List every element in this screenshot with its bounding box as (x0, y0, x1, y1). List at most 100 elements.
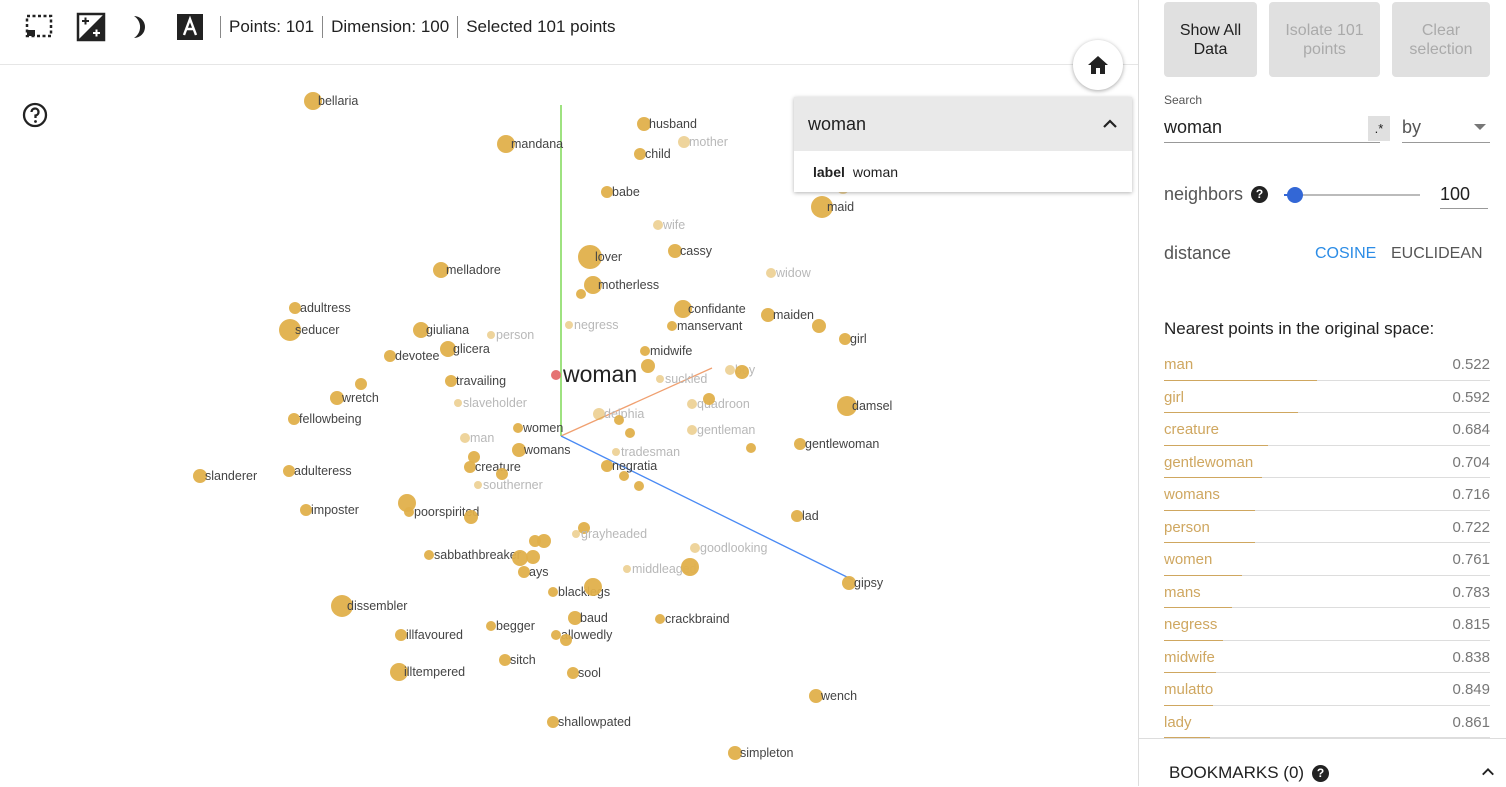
scatter-point[interactable] (460, 433, 470, 443)
search-popup-header[interactable]: woman (794, 97, 1132, 151)
nearest-point-name[interactable]: midwife (1164, 649, 1215, 666)
show-all-data-button[interactable]: Show All Data (1164, 2, 1257, 77)
night-mode-contrast-icon[interactable] (76, 12, 106, 42)
chevron-up-icon[interactable] (1102, 116, 1118, 132)
scatter-point[interactable] (551, 630, 561, 640)
scatter-point[interactable] (634, 481, 644, 491)
scatter-point[interactable] (526, 550, 540, 564)
scatter-point[interactable] (612, 448, 620, 456)
scatter-point[interactable] (667, 321, 677, 331)
search-label: Search (1164, 93, 1203, 107)
regex-toggle-button[interactable]: .* (1368, 116, 1390, 141)
scatter-point[interactable] (812, 319, 826, 333)
neighbors-help-icon[interactable]: ? (1251, 186, 1269, 203)
scatter-point[interactable] (560, 634, 572, 646)
scatter-point[interactable] (464, 510, 478, 524)
scatter-point[interactable] (687, 425, 697, 435)
search-by-select[interactable]: by (1402, 112, 1490, 143)
scatter-point[interactable] (513, 423, 523, 433)
bookmarks-title: BOOKMARKS (0) ? (1169, 763, 1330, 783)
scatter-point[interactable] (487, 331, 495, 339)
nearest-point-name[interactable]: mans (1164, 584, 1201, 601)
nearest-point-name[interactable]: lady (1164, 714, 1192, 731)
scatter-point[interactable] (687, 399, 697, 409)
nearest-point-item[interactable]: lady 0.861 (1164, 706, 1490, 738)
nearest-point-item[interactable]: person 0.722 (1164, 511, 1490, 543)
nearest-point-item[interactable]: womans 0.716 (1164, 478, 1490, 511)
nearest-point-item[interactable]: girl 0.592 (1164, 381, 1490, 413)
scatter-point[interactable] (548, 587, 558, 597)
nearest-point-item[interactable]: mulatto 0.849 (1164, 673, 1490, 706)
scatter-point[interactable] (424, 550, 434, 560)
scatter-point[interactable] (623, 565, 631, 573)
clear-selection-button[interactable]: Clear selection (1392, 2, 1490, 77)
nearest-point-name[interactable]: gentlewoman (1164, 454, 1253, 471)
scatter-point[interactable] (655, 614, 665, 624)
scatter-point[interactable] (653, 220, 663, 230)
nearest-points-title: Nearest points in the original space: (1164, 319, 1435, 338)
scatter-point[interactable] (355, 378, 367, 390)
scatter-point[interactable] (486, 621, 496, 631)
scatter-point[interactable] (746, 443, 756, 453)
slider-thumb[interactable] (1286, 187, 1303, 203)
bookmarks-help-icon[interactable]: ? (1312, 764, 1330, 782)
nearest-point-name[interactable]: person (1164, 519, 1210, 536)
nearest-point-item[interactable]: midwife 0.838 (1164, 641, 1490, 673)
euclidean-option[interactable]: EUCLIDEAN (1391, 245, 1483, 263)
scatter-point[interactable] (572, 530, 580, 538)
scatter-point[interactable] (766, 268, 776, 278)
nearest-point-name[interactable]: creature (1164, 421, 1219, 438)
scatter-point[interactable] (681, 558, 699, 576)
scatter-point[interactable] (640, 346, 650, 356)
nearest-point-name[interactable]: women (1164, 551, 1212, 568)
neighbors-input[interactable]: 100 (1440, 180, 1488, 209)
nearest-point-name[interactable]: man (1164, 356, 1193, 373)
nearest-point-item[interactable]: women 0.761 (1164, 543, 1490, 576)
nearest-point-item[interactable]: creature 0.684 (1164, 413, 1490, 446)
scatter-point[interactable] (565, 321, 573, 329)
nearest-point-item[interactable]: man 0.522 (1164, 348, 1490, 381)
search-result-item[interactable]: label woman (794, 151, 1132, 192)
nearest-point-name[interactable]: womans (1164, 486, 1220, 503)
chevron-up-icon[interactable] (1481, 765, 1495, 779)
scatter-point[interactable] (690, 543, 700, 553)
scatter-point[interactable] (735, 365, 749, 379)
scatter-point[interactable] (641, 359, 655, 373)
nearest-point-name[interactable]: girl (1164, 389, 1184, 406)
neighbors-slider[interactable] (1284, 186, 1420, 204)
nearest-point-item[interactable]: mans 0.783 (1164, 576, 1490, 608)
nearest-point-item[interactable]: negress 0.815 (1164, 608, 1490, 641)
half-moon-icon[interactable] (126, 12, 156, 42)
search-input[interactable]: woman (1164, 112, 1380, 143)
scatter-point[interactable] (625, 428, 635, 438)
reset-view-home-button[interactable] (1073, 40, 1123, 90)
point-label: bellaria (318, 94, 358, 108)
nearest-point-name[interactable]: mulatto (1164, 681, 1213, 698)
help-icon[interactable] (22, 102, 48, 128)
scatter-point[interactable] (725, 365, 735, 375)
scatter-point[interactable] (576, 289, 586, 299)
selected-point-woman[interactable] (551, 370, 561, 380)
nearest-point-name[interactable]: negress (1164, 616, 1217, 633)
scatter-point[interactable] (584, 578, 602, 596)
point-label: women (522, 421, 563, 435)
scatter-point[interactable] (619, 471, 629, 481)
nearest-point-item[interactable]: gentlewoman 0.704 (1164, 446, 1490, 478)
scatter-point[interactable] (614, 415, 624, 425)
scatter-point[interactable] (703, 393, 715, 405)
point-label: seducer (295, 323, 339, 337)
stats-bar: Points: 101 Dimension: 100 Selected 101 … (220, 16, 616, 38)
point-label: gipsy (854, 576, 884, 590)
point-label: lover (595, 250, 622, 264)
scatter-point[interactable] (512, 550, 528, 566)
scatter-point[interactable] (474, 481, 482, 489)
scatter-point[interactable] (454, 399, 462, 407)
bounding-box-select-icon[interactable] (24, 12, 54, 42)
cosine-option[interactable]: COSINE (1315, 245, 1376, 263)
bookmarks-section[interactable]: BOOKMARKS (0) ? (1139, 738, 1506, 787)
scatter-point[interactable] (404, 507, 414, 517)
scatter-point[interactable] (537, 534, 551, 548)
scatter-point[interactable] (656, 375, 664, 383)
isolate-points-button[interactable]: Isolate 101 points (1269, 2, 1380, 77)
label-text-icon[interactable] (175, 12, 205, 42)
